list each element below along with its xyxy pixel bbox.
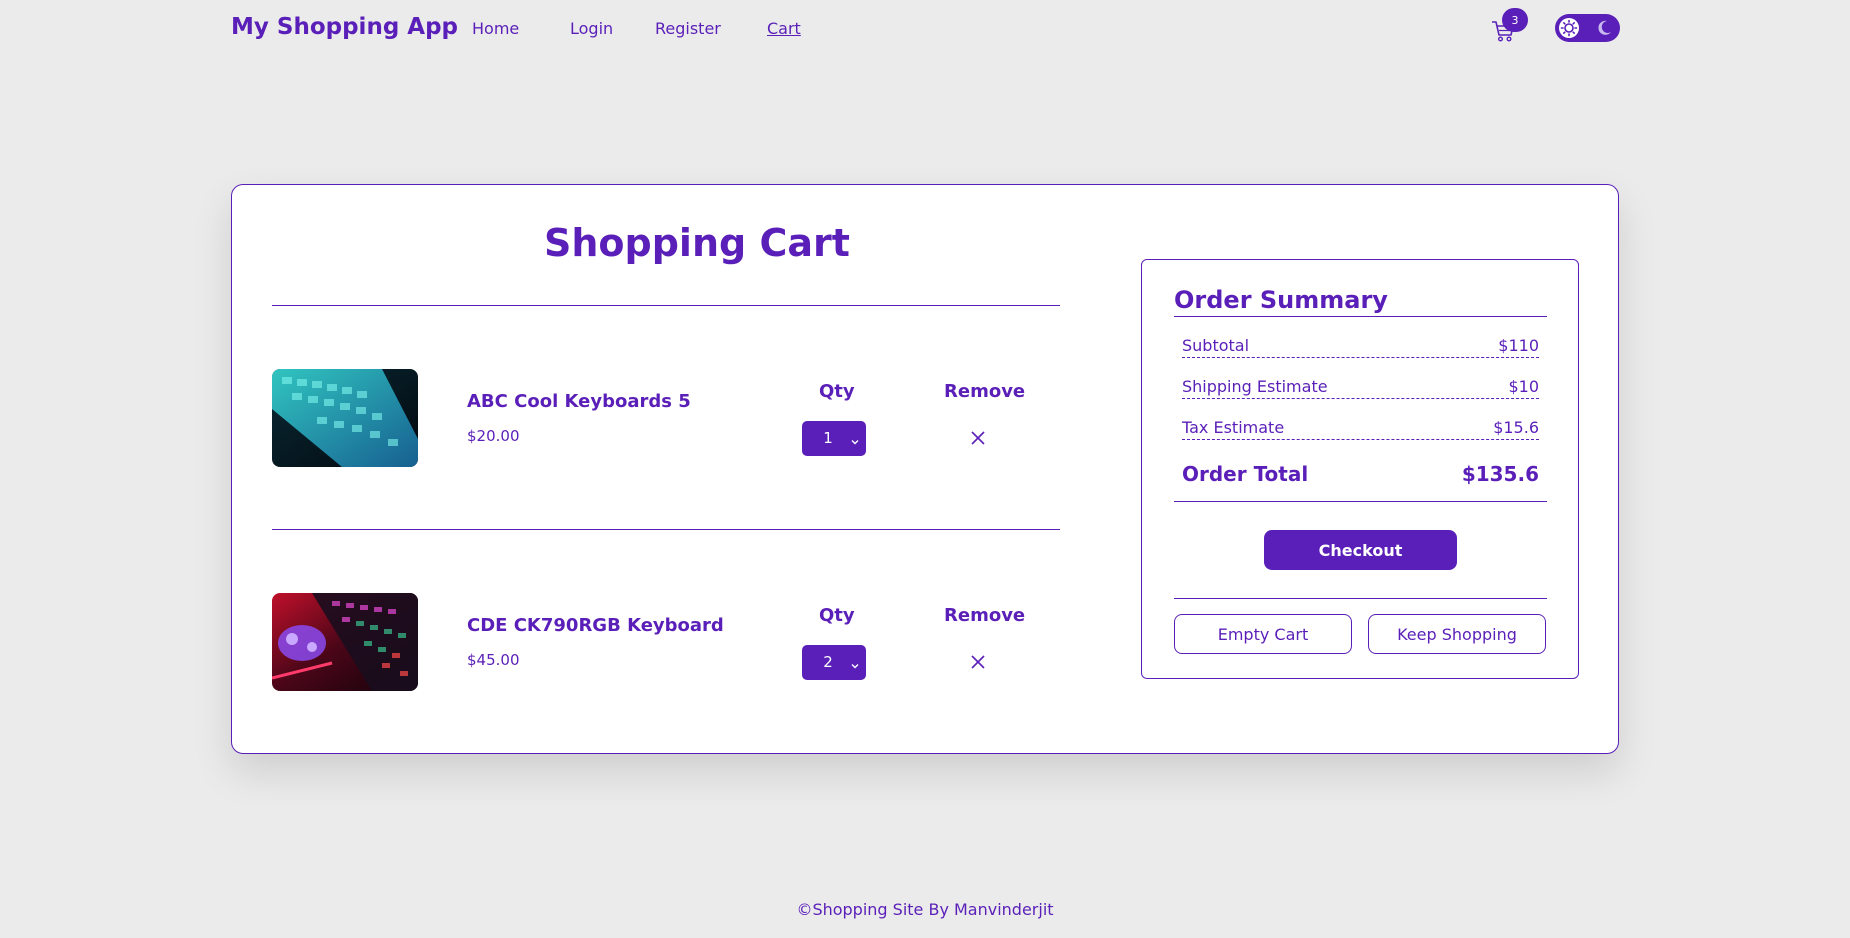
cart-card: Shopping Cart ABC Cool Keyboards 5 $20.0… bbox=[231, 184, 1619, 754]
subtotal-value: $110 bbox=[1498, 336, 1539, 355]
quantity-select[interactable]: 1 bbox=[802, 421, 866, 456]
quantity-select[interactable]: 2 bbox=[802, 645, 866, 680]
page-title: Shopping Cart bbox=[544, 221, 850, 265]
chevron-down-icon bbox=[850, 657, 860, 669]
cart-item: CDE CK790RGB Keyboard $45.00 Qty 2 Remov… bbox=[272, 593, 1060, 693]
nav-link-cart[interactable]: Cart bbox=[767, 19, 801, 38]
nav-link-login[interactable]: Login bbox=[570, 19, 613, 38]
divider bbox=[1174, 598, 1547, 599]
shipping-label: Shipping Estimate bbox=[1182, 377, 1328, 396]
checkout-button[interactable]: Checkout bbox=[1264, 530, 1457, 570]
product-image bbox=[272, 593, 418, 691]
close-icon[interactable] bbox=[969, 429, 987, 447]
cart-count-badge: 3 bbox=[1502, 8, 1528, 32]
summary-row-shipping: Shipping Estimate $10 bbox=[1182, 377, 1539, 399]
nav-link-register[interactable]: Register bbox=[655, 19, 721, 38]
moon-icon bbox=[1595, 19, 1613, 37]
divider bbox=[1174, 316, 1547, 317]
qty-label: Qty bbox=[819, 605, 855, 626]
summary-row-tax: Tax Estimate $15.6 bbox=[1182, 418, 1539, 440]
divider bbox=[272, 529, 1060, 530]
tax-label: Tax Estimate bbox=[1182, 418, 1285, 437]
product-price: $20.00 bbox=[467, 427, 520, 445]
close-icon[interactable] bbox=[969, 653, 987, 671]
keep-shopping-button[interactable]: Keep Shopping bbox=[1368, 614, 1546, 654]
order-total-label: Order Total bbox=[1182, 462, 1309, 486]
product-name[interactable]: ABC Cool Keyboards 5 bbox=[467, 391, 691, 412]
subtotal-label: Subtotal bbox=[1182, 336, 1250, 355]
chevron-down-icon bbox=[850, 433, 860, 445]
nav-link-home[interactable]: Home bbox=[472, 19, 519, 38]
summary-row-subtotal: Subtotal $110 bbox=[1182, 336, 1539, 358]
remove-label: Remove bbox=[944, 381, 1026, 402]
top-nav: My Shopping App Home Login Register Cart… bbox=[0, 0, 1850, 58]
footer-text: ©Shopping Site By Manvinderjit bbox=[796, 900, 1054, 919]
remove-label: Remove bbox=[944, 605, 1026, 626]
divider bbox=[1174, 501, 1547, 502]
product-price: $45.00 bbox=[467, 651, 520, 669]
order-total-value: $135.6 bbox=[1461, 462, 1539, 486]
quantity-value: 2 bbox=[823, 653, 833, 671]
sun-icon bbox=[1559, 18, 1579, 38]
shipping-value: $10 bbox=[1508, 377, 1539, 396]
empty-cart-button[interactable]: Empty Cart bbox=[1174, 614, 1352, 654]
theme-toggle[interactable] bbox=[1555, 14, 1620, 42]
tax-value: $15.6 bbox=[1493, 418, 1539, 437]
quantity-value: 1 bbox=[823, 429, 833, 447]
brand-title[interactable]: My Shopping App bbox=[231, 14, 458, 40]
qty-label: Qty bbox=[819, 381, 855, 402]
divider bbox=[272, 305, 1060, 306]
product-image bbox=[272, 369, 418, 467]
summary-title: Order Summary bbox=[1174, 286, 1388, 314]
order-summary: Order Summary Subtotal $110 Shipping Est… bbox=[1141, 259, 1579, 679]
cart-item: ABC Cool Keyboards 5 $20.00 Qty 1 Remove bbox=[272, 369, 1060, 469]
product-name[interactable]: CDE CK790RGB Keyboard bbox=[467, 615, 724, 636]
